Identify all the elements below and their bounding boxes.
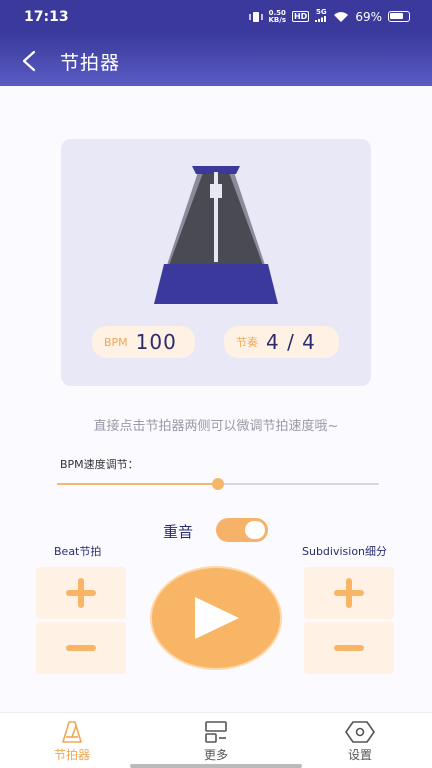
subdivision-label: Subdivision细分: [302, 545, 388, 558]
slider-fill: [57, 483, 218, 485]
bpm-speed-label: BPM速度调节：: [60, 458, 139, 471]
minus-icon: [334, 645, 364, 651]
rhythm-display[interactable]: 节奏 4 / 4: [224, 326, 339, 358]
accent-label: 重音: [163, 523, 194, 541]
accent-toggle[interactable]: [216, 518, 268, 542]
hd-badge: HD: [291, 11, 310, 22]
net-speed: 0.50 KB/s: [268, 8, 286, 24]
status-time: 17:13: [24, 9, 69, 25]
beat-label: Beat节拍: [54, 545, 102, 558]
metronome-icon: [62, 721, 82, 743]
slider-thumb[interactable]: [212, 478, 224, 490]
toggle-knob: [245, 521, 265, 539]
plus-icon: [66, 578, 96, 608]
bpm-label: BPM: [104, 335, 128, 349]
nav-item-more[interactable]: 更多: [144, 713, 288, 768]
settings-hexagon-icon: [345, 721, 375, 743]
wifi-icon: [334, 11, 349, 22]
nav-item-metronome[interactable]: 节拍器: [0, 713, 144, 768]
more-icon: [205, 721, 227, 743]
battery-icon: [388, 11, 410, 22]
bpm-slider[interactable]: [57, 476, 379, 492]
bottom-nav: 节拍器 更多 设置: [0, 712, 432, 768]
battery-percent: 69%: [355, 9, 382, 24]
subdivision-increase-button[interactable]: [304, 567, 394, 619]
plus-icon: [334, 578, 364, 608]
signal-bars-icon: [315, 16, 327, 22]
chevron-left-icon: [22, 50, 36, 72]
nav-label: 节拍器: [53, 748, 90, 762]
beat-decrease-button[interactable]: [36, 622, 126, 674]
bpm-value: 100: [135, 330, 177, 354]
signal-indicator: 5G: [315, 9, 327, 24]
metronome-card[interactable]: BPM 100 节奏 4 / 4: [61, 139, 371, 386]
play-button[interactable]: [150, 566, 282, 670]
status-bar: 17:13 0.50 KB/s HD 5G 69%: [0, 0, 432, 34]
back-button[interactable]: [14, 46, 44, 76]
nav-label: 更多: [203, 748, 228, 762]
status-icons: 0.50 KB/s HD 5G 69%: [248, 8, 410, 24]
metronome-illustration[interactable]: [152, 164, 280, 304]
vibrate-icon: [248, 11, 263, 22]
subdivision-decrease-button[interactable]: [304, 622, 394, 674]
title-bar: 节拍器: [0, 34, 432, 86]
nav-label: 设置: [347, 748, 372, 762]
bpm-display: BPM 100: [92, 326, 195, 358]
hint-text: 直接点击节拍器两侧可以微调节拍速度哦~: [93, 419, 339, 434]
rhythm-value: 4 / 4: [266, 330, 316, 354]
play-icon: [195, 597, 239, 639]
beat-increase-button[interactable]: [36, 567, 126, 619]
rhythm-label: 节奏: [236, 336, 258, 349]
minus-icon: [66, 645, 96, 651]
home-indicator: [130, 764, 302, 768]
page-title: 节拍器: [60, 52, 121, 74]
nav-item-settings[interactable]: 设置: [288, 713, 432, 768]
